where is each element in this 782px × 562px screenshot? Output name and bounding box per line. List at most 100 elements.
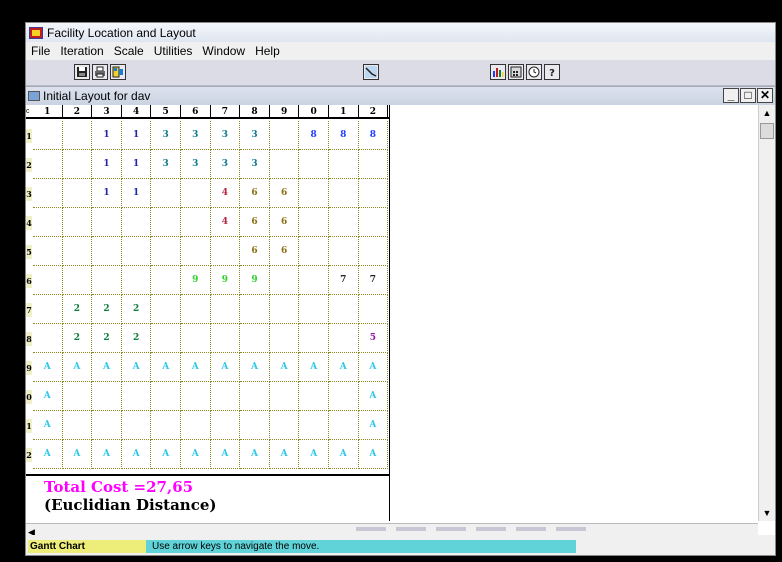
layout-cell[interactable]: 3 <box>210 121 241 150</box>
layout-cell[interactable] <box>92 208 122 237</box>
layout-cell[interactable] <box>299 295 329 324</box>
layout-cell[interactable] <box>269 121 300 150</box>
layout-cell[interactable]: A <box>151 440 181 469</box>
layout-cell[interactable]: 2 <box>92 324 122 353</box>
layout-cell[interactable] <box>329 324 359 353</box>
layout-cell[interactable] <box>210 295 241 324</box>
layout-cell[interactable]: 4 <box>210 208 241 237</box>
layout-cell[interactable]: 3 <box>240 121 270 150</box>
layout-cell[interactable] <box>210 324 241 353</box>
layout-cell[interactable] <box>358 150 389 179</box>
layout-cell[interactable]: 1 <box>92 121 122 150</box>
layout-cell[interactable] <box>358 295 389 324</box>
layout-cell[interactable] <box>62 179 93 208</box>
layout-cell[interactable] <box>329 382 359 411</box>
save-button[interactable] <box>74 64 90 80</box>
clock-button[interactable] <box>526 64 542 80</box>
layout-cell[interactable] <box>210 237 241 266</box>
layout-cell[interactable]: 9 <box>210 266 241 295</box>
menu-iteration[interactable]: Iteration <box>55 44 108 58</box>
vertical-scrollbar[interactable]: ▲ ▼ <box>758 105 775 521</box>
layout-cell[interactable]: A <box>181 440 211 469</box>
layout-cell[interactable] <box>299 208 329 237</box>
layout-cell[interactable]: 3 <box>240 150 270 179</box>
help-button[interactable]: ? <box>544 64 560 80</box>
layout-cell[interactable] <box>240 411 270 440</box>
layout-cell[interactable] <box>92 411 122 440</box>
layout-cell[interactable] <box>181 382 211 411</box>
layout-cell[interactable]: 9 <box>181 266 211 295</box>
layout-cell[interactable]: A <box>358 440 389 469</box>
layout-cell[interactable]: A <box>92 440 122 469</box>
layout-cell[interactable]: A <box>329 353 359 382</box>
layout-cell[interactable]: A <box>33 411 63 440</box>
layout-cell[interactable]: A <box>33 440 63 469</box>
layout-cell[interactable]: 1 <box>92 150 122 179</box>
layout-cell[interactable] <box>181 324 211 353</box>
layout-cell[interactable]: 8 <box>329 121 359 150</box>
layout-cell[interactable]: 2 <box>121 295 152 324</box>
layout-cell[interactable] <box>62 150 93 179</box>
layout-cell[interactable] <box>151 411 181 440</box>
layout-cell[interactable] <box>269 295 300 324</box>
layout-cell[interactable] <box>299 382 329 411</box>
layout-cell[interactable] <box>181 411 211 440</box>
print-button[interactable] <box>92 64 108 80</box>
menu-window[interactable]: Window <box>197 44 250 58</box>
layout-cell[interactable]: 3 <box>210 150 241 179</box>
layout-cell[interactable]: A <box>329 440 359 469</box>
layout-cell[interactable]: 7 <box>358 266 389 295</box>
layout-cell[interactable] <box>358 237 389 266</box>
layout-cell[interactable] <box>329 179 359 208</box>
layout-cell[interactable]: 6 <box>269 208 300 237</box>
layout-cell[interactable] <box>33 295 63 324</box>
scroll-up-arrow-icon[interactable]: ▲ <box>759 105 775 121</box>
layout-cell[interactable] <box>269 411 300 440</box>
layout-cell[interactable]: A <box>181 353 211 382</box>
layout-cell[interactable] <box>33 266 63 295</box>
layout-cell[interactable] <box>329 411 359 440</box>
layout-cell[interactable] <box>358 208 389 237</box>
layout-cell[interactable] <box>151 208 181 237</box>
layout-cell[interactable] <box>329 295 359 324</box>
calculator-button[interactable] <box>508 64 524 80</box>
layout-cell[interactable]: 2 <box>62 324 93 353</box>
layout-cell[interactable]: A <box>121 440 152 469</box>
layout-cell[interactable] <box>62 411 93 440</box>
layout-cell[interactable]: 9 <box>240 266 270 295</box>
layout-cell[interactable]: A <box>92 353 122 382</box>
layout-cell[interactable] <box>92 382 122 411</box>
layout-cell[interactable] <box>181 208 211 237</box>
layout-cell[interactable] <box>62 237 93 266</box>
layout-cell[interactable] <box>299 324 329 353</box>
menu-file[interactable]: File <box>26 44 55 58</box>
layout-cell[interactable] <box>151 179 181 208</box>
layout-cell[interactable] <box>240 382 270 411</box>
layout-cell[interactable]: A <box>358 382 389 411</box>
layout-cell[interactable] <box>269 382 300 411</box>
layout-cell[interactable]: A <box>299 353 329 382</box>
layout-cell[interactable]: 2 <box>92 295 122 324</box>
layout-cell[interactable]: 3 <box>181 121 211 150</box>
layout-cell[interactable] <box>151 237 181 266</box>
bar-chart-button[interactable] <box>490 64 506 80</box>
layout-cell[interactable]: A <box>151 353 181 382</box>
layout-cell[interactable] <box>121 266 152 295</box>
layout-cell[interactable] <box>33 179 63 208</box>
close-button[interactable]: ✕ <box>757 88 773 103</box>
layout-cell[interactable] <box>33 208 63 237</box>
layout-cell[interactable]: 7 <box>329 266 359 295</box>
layout-cell[interactable] <box>240 324 270 353</box>
layout-cell[interactable] <box>121 208 152 237</box>
layout-cell[interactable] <box>121 411 152 440</box>
layout-cell[interactable] <box>329 208 359 237</box>
layout-cell[interactable]: A <box>240 440 270 469</box>
exit-button[interactable] <box>110 64 126 80</box>
layout-cell[interactable]: A <box>269 353 300 382</box>
layout-cell[interactable]: A <box>33 382 63 411</box>
layout-cell[interactable]: 6 <box>240 208 270 237</box>
layout-cell[interactable] <box>121 237 152 266</box>
layout-cell[interactable]: 2 <box>121 324 152 353</box>
layout-cell[interactable] <box>269 324 300 353</box>
layout-cell[interactable] <box>299 411 329 440</box>
